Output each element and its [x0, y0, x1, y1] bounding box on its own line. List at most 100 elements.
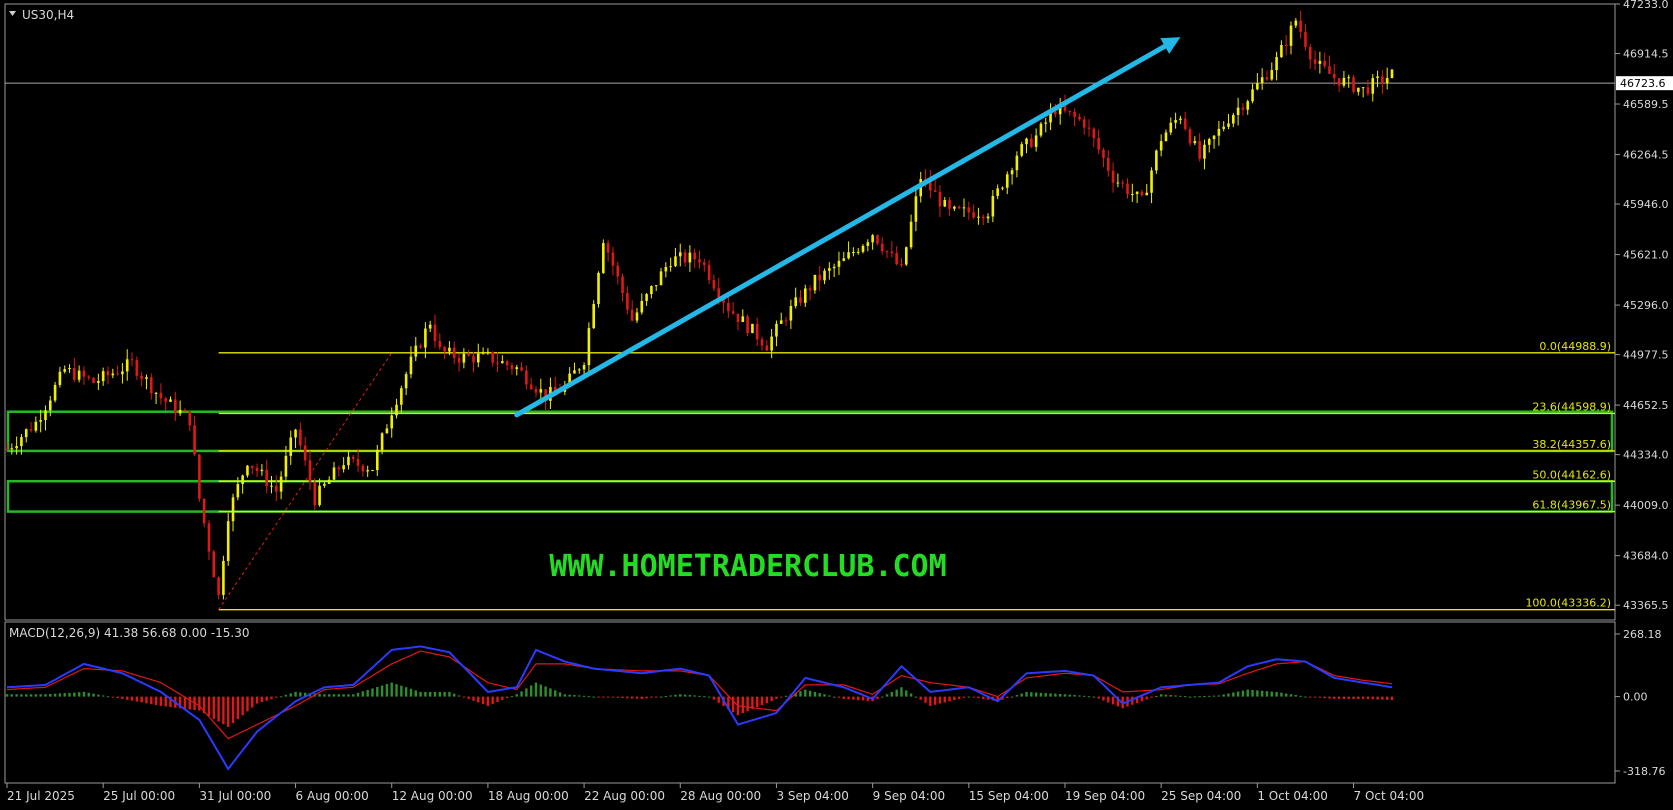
price-candle [327, 479, 331, 484]
main-panel-frame [4, 3, 1616, 621]
macd-hist-bar [1222, 694, 1225, 697]
price-candle [510, 365, 514, 370]
price-candle [15, 446, 18, 449]
price-candle [1236, 107, 1240, 115]
price-candle [784, 320, 788, 322]
price-candle [1270, 70, 1274, 80]
price-candle [914, 196, 918, 222]
macd-hist-bar [804, 689, 807, 697]
price-candle [770, 336, 773, 351]
price-candle [318, 485, 321, 506]
macd-hist-bar [159, 696, 163, 706]
macd-hist-bar [1265, 691, 1269, 697]
macd-hist-bar [602, 696, 605, 698]
macd-hist-bar [255, 696, 259, 704]
macd-hist-bar [784, 695, 788, 697]
macd-hist-bar [347, 694, 350, 697]
macd-hist-bar [909, 693, 913, 697]
macd-hist-bar [1366, 696, 1370, 700]
price-candle [457, 358, 461, 363]
price-candle [101, 371, 105, 382]
price-candle [1155, 150, 1158, 171]
price-candle [1005, 174, 1009, 188]
macd-hist-bar [15, 694, 18, 697]
macd-hist-bar [1049, 693, 1052, 697]
price-candle [390, 415, 394, 429]
macd-hist-bar [395, 684, 398, 697]
macd-hist-bar [337, 694, 341, 697]
macd-hist-bar [1313, 696, 1317, 698]
macd-hist-bar [1145, 696, 1148, 700]
price-candle [1054, 111, 1057, 115]
macd-hist-bar [765, 696, 769, 704]
macd-hist-bar [1102, 696, 1105, 701]
macd-hist-bar [145, 696, 148, 704]
price-candle [1150, 170, 1153, 193]
macd-hist-bar [1347, 696, 1350, 699]
zones-layer [6, 410, 1614, 513]
macd-hist-bar [703, 696, 706, 698]
chevron-down-icon[interactable] [9, 11, 16, 16]
macd-hist-bar [1198, 696, 1201, 698]
macd-tick-label: 0.00 [1623, 691, 1648, 704]
price-candle [1140, 191, 1144, 196]
macd-hist-bar [621, 696, 624, 698]
price-candle [505, 361, 509, 366]
macd-hist-bar [520, 691, 523, 697]
macd-hist-bar [68, 692, 71, 697]
macd-hist-bar [1270, 691, 1273, 697]
macd-hist-bar [433, 691, 437, 697]
watermark: WWW.HOMETRADERCLUB.COM [549, 549, 946, 584]
macd-hist-bar [630, 696, 634, 699]
price-candle [847, 252, 850, 259]
time-tick-label: 15 Sep 04:00 [969, 789, 1049, 803]
macd-hist-bar [529, 685, 533, 697]
macd-hist-bar [1078, 695, 1081, 697]
macd-hist-bar [534, 682, 538, 697]
macd-hist-bar [126, 696, 129, 700]
macd-hist-bar [207, 696, 211, 717]
macd-hist-bar [1111, 696, 1115, 705]
macd-hist-bar [606, 696, 610, 698]
time-tick-label: 9 Sep 04:00 [873, 789, 945, 803]
price-candle [361, 465, 365, 472]
macd-hist-bar [856, 696, 860, 701]
macd-hist-bar [938, 696, 942, 704]
price-candle [5, 449, 9, 451]
price-candle [1097, 138, 1100, 150]
price-candle [481, 352, 485, 354]
price-candle [866, 242, 870, 246]
macd-hist-bar [578, 695, 581, 697]
price-candle [44, 410, 47, 421]
macd-hist-bar [1159, 694, 1163, 697]
price-candle [803, 288, 807, 303]
macd-hist-bar [164, 696, 167, 707]
macd-hist-bar [462, 696, 466, 698]
macd-hist-bar [525, 688, 528, 697]
price-candle [1044, 122, 1048, 124]
macd-hist-bar [1361, 696, 1365, 699]
price-candle [1381, 76, 1384, 84]
price-candle [630, 309, 634, 321]
price-candle [501, 361, 504, 364]
macd-hist-bar [554, 690, 557, 697]
price-candle [159, 392, 163, 399]
price-candle [1256, 83, 1259, 90]
macd-hist-bar [1333, 696, 1336, 699]
macd-hist-bar [1208, 695, 1211, 697]
macd-hist-bar [323, 694, 326, 697]
price-candle [1073, 112, 1076, 117]
macd-hist-bar [299, 692, 302, 697]
price-candle [82, 370, 86, 377]
macd-hist-bar [775, 696, 778, 699]
price-candle [342, 465, 345, 470]
macd-hist-bar [241, 696, 244, 716]
price-candle [1159, 141, 1163, 151]
price-candle [626, 293, 629, 310]
price-candle [97, 381, 100, 383]
price-candle [948, 200, 951, 209]
macd-hist-bar [1275, 691, 1278, 697]
macd-hist-bar [1164, 694, 1168, 697]
macd-hist-bar [1092, 696, 1096, 698]
macd-hist-bar [231, 696, 235, 724]
